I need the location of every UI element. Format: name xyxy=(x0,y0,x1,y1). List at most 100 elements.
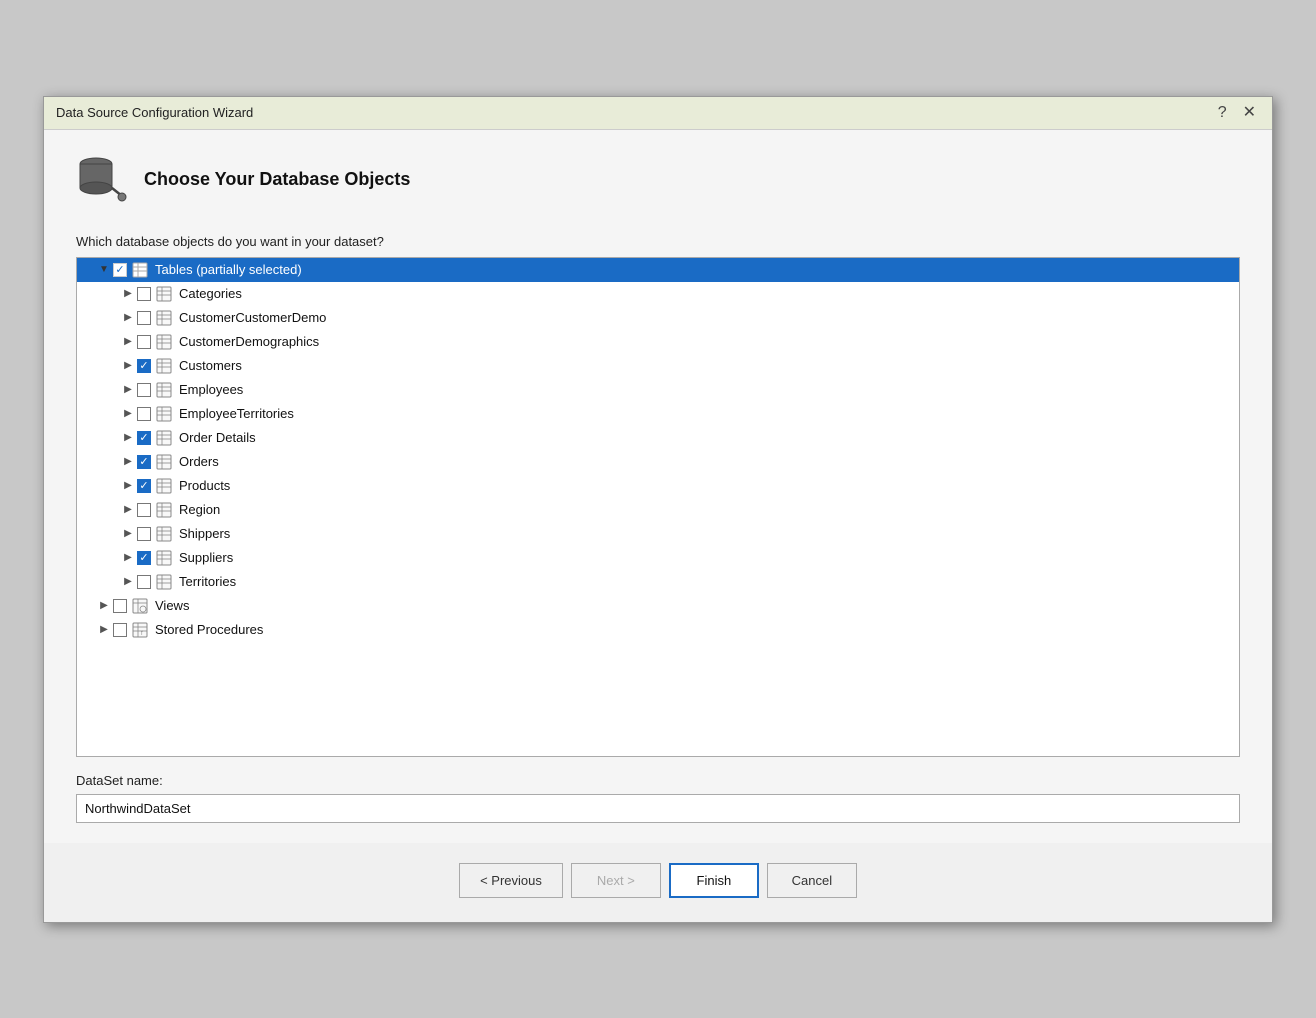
products-label: Products xyxy=(179,478,230,493)
tree-item-region[interactable]: ▶ Region xyxy=(77,498,1239,522)
categories-icon xyxy=(155,285,173,303)
tree-item-suppliers[interactable]: ▶ ✓ Suppliers xyxy=(77,546,1239,570)
shippers-icon xyxy=(155,525,173,543)
views-label: Views xyxy=(155,598,189,613)
tree-item-employeeTerritories[interactable]: ▶ EmployeeTerritories xyxy=(77,402,1239,426)
tables-label: Tables (partially selected) xyxy=(155,262,302,277)
suppliers-label: Suppliers xyxy=(179,550,233,565)
territories-checkbox[interactable] xyxy=(137,575,151,589)
views-expand-arrow[interactable]: ▶ xyxy=(97,599,111,613)
categories-expand[interactable]: ▶ xyxy=(121,287,135,301)
title-bar: Data Source Configuration Wizard ? ✕ xyxy=(44,97,1272,130)
od-label: Order Details xyxy=(179,430,256,445)
products-icon xyxy=(155,477,173,495)
dataset-name-input[interactable] xyxy=(76,794,1240,823)
tree-item-customers[interactable]: ▶ ✓ Customers xyxy=(77,354,1239,378)
tree-item-customerDemographics[interactable]: ▶ CustomerDemographics xyxy=(77,330,1239,354)
title-bar-controls: ? ✕ xyxy=(1214,105,1260,121)
ccd-expand[interactable]: ▶ xyxy=(121,311,135,325)
territories-expand[interactable]: ▶ xyxy=(121,575,135,589)
cd-expand[interactable]: ▶ xyxy=(121,335,135,349)
orders-checkbox[interactable]: ✓ xyxy=(137,455,151,469)
products-expand[interactable]: ▶ xyxy=(121,479,135,493)
region-checkbox[interactable] xyxy=(137,503,151,517)
cd-label: CustomerDemographics xyxy=(179,334,319,349)
customers-label: Customers xyxy=(179,358,242,373)
orders-icon xyxy=(155,453,173,471)
od-icon xyxy=(155,429,173,447)
employees-icon xyxy=(155,381,173,399)
tree-item-orders[interactable]: ▶ ✓ Orders xyxy=(77,450,1239,474)
territories-icon xyxy=(155,573,173,591)
tree-sp-row[interactable]: ▶ f Stored Procedures xyxy=(77,618,1239,642)
button-row: < Previous Next > Finish Cancel xyxy=(44,843,1272,922)
tree-item-territories[interactable]: ▶ Territories xyxy=(77,570,1239,594)
customers-icon xyxy=(155,357,173,375)
tree-item-customerCustomerDemo[interactable]: ▶ CustomerCustomerDemo xyxy=(77,306,1239,330)
et-expand[interactable]: ▶ xyxy=(121,407,135,421)
finish-button[interactable]: Finish xyxy=(669,863,759,898)
ccd-icon xyxy=(155,309,173,327)
ccd-label: CustomerCustomerDemo xyxy=(179,310,326,325)
cd-checkbox[interactable] xyxy=(137,335,151,349)
question-label: Which database objects do you want in yo… xyxy=(76,234,1240,249)
customers-checkbox[interactable]: ✓ xyxy=(137,359,151,373)
tree-views-row[interactable]: ▶ Views xyxy=(77,594,1239,618)
shippers-checkbox[interactable] xyxy=(137,527,151,541)
orders-label: Orders xyxy=(179,454,219,469)
dialog-body: Choose Your Database Objects Which datab… xyxy=(44,130,1272,843)
sp-checkbox[interactable] xyxy=(113,623,127,637)
dialog: Data Source Configuration Wizard ? ✕ Cho… xyxy=(43,96,1273,923)
cancel-button[interactable]: Cancel xyxy=(767,863,857,898)
territories-label: Territories xyxy=(179,574,236,589)
et-label: EmployeeTerritories xyxy=(179,406,294,421)
header-title: Choose Your Database Objects xyxy=(144,169,410,190)
tables-expand-arrow[interactable]: ▼ xyxy=(97,263,111,277)
tree-item-categories[interactable]: ▶ Categories xyxy=(77,282,1239,306)
sp-expand-arrow[interactable]: ▶ xyxy=(97,623,111,637)
region-label: Region xyxy=(179,502,220,517)
database-icon xyxy=(76,154,128,206)
views-icon xyxy=(131,597,149,615)
region-icon xyxy=(155,501,173,519)
dataset-section: DataSet name: xyxy=(76,773,1240,823)
customers-expand[interactable]: ▶ xyxy=(121,359,135,373)
products-checkbox[interactable]: ✓ xyxy=(137,479,151,493)
tables-checkbox[interactable]: ✓ xyxy=(113,263,127,277)
shippers-expand[interactable]: ▶ xyxy=(121,527,135,541)
tree-container[interactable]: ▼ ✓ Tables (partially selected) ▶ xyxy=(76,257,1240,757)
tree-item-orderDetails[interactable]: ▶ ✓ Order Details xyxy=(77,426,1239,450)
close-button[interactable]: ✕ xyxy=(1239,105,1260,121)
tree-item-employees[interactable]: ▶ Employees xyxy=(77,378,1239,402)
categories-label: Categories xyxy=(179,286,242,301)
categories-checkbox[interactable] xyxy=(137,287,151,301)
suppliers-expand[interactable]: ▶ xyxy=(121,551,135,565)
tree-item-shippers[interactable]: ▶ Shippers xyxy=(77,522,1239,546)
employees-checkbox[interactable] xyxy=(137,383,151,397)
header-section: Choose Your Database Objects xyxy=(76,154,1240,206)
next-button[interactable]: Next > xyxy=(571,863,661,898)
tree-item-products[interactable]: ▶ ✓ Products xyxy=(77,474,1239,498)
dialog-title: Data Source Configuration Wizard xyxy=(56,105,253,120)
od-checkbox[interactable]: ✓ xyxy=(137,431,151,445)
region-expand[interactable]: ▶ xyxy=(121,503,135,517)
et-checkbox[interactable] xyxy=(137,407,151,421)
help-button[interactable]: ? xyxy=(1214,105,1231,121)
suppliers-icon xyxy=(155,549,173,567)
od-expand[interactable]: ▶ xyxy=(121,431,135,445)
tree-tables-row[interactable]: ▼ ✓ Tables (partially selected) xyxy=(77,258,1239,282)
sp-label: Stored Procedures xyxy=(155,622,263,637)
sp-icon: f xyxy=(131,621,149,639)
shippers-label: Shippers xyxy=(179,526,230,541)
et-icon xyxy=(155,405,173,423)
suppliers-checkbox[interactable]: ✓ xyxy=(137,551,151,565)
orders-expand[interactable]: ▶ xyxy=(121,455,135,469)
dataset-label: DataSet name: xyxy=(76,773,1240,788)
views-checkbox[interactable] xyxy=(113,599,127,613)
tables-icon xyxy=(131,261,149,279)
employees-label: Employees xyxy=(179,382,243,397)
cd-icon xyxy=(155,333,173,351)
previous-button[interactable]: < Previous xyxy=(459,863,563,898)
employees-expand[interactable]: ▶ xyxy=(121,383,135,397)
ccd-checkbox[interactable] xyxy=(137,311,151,325)
